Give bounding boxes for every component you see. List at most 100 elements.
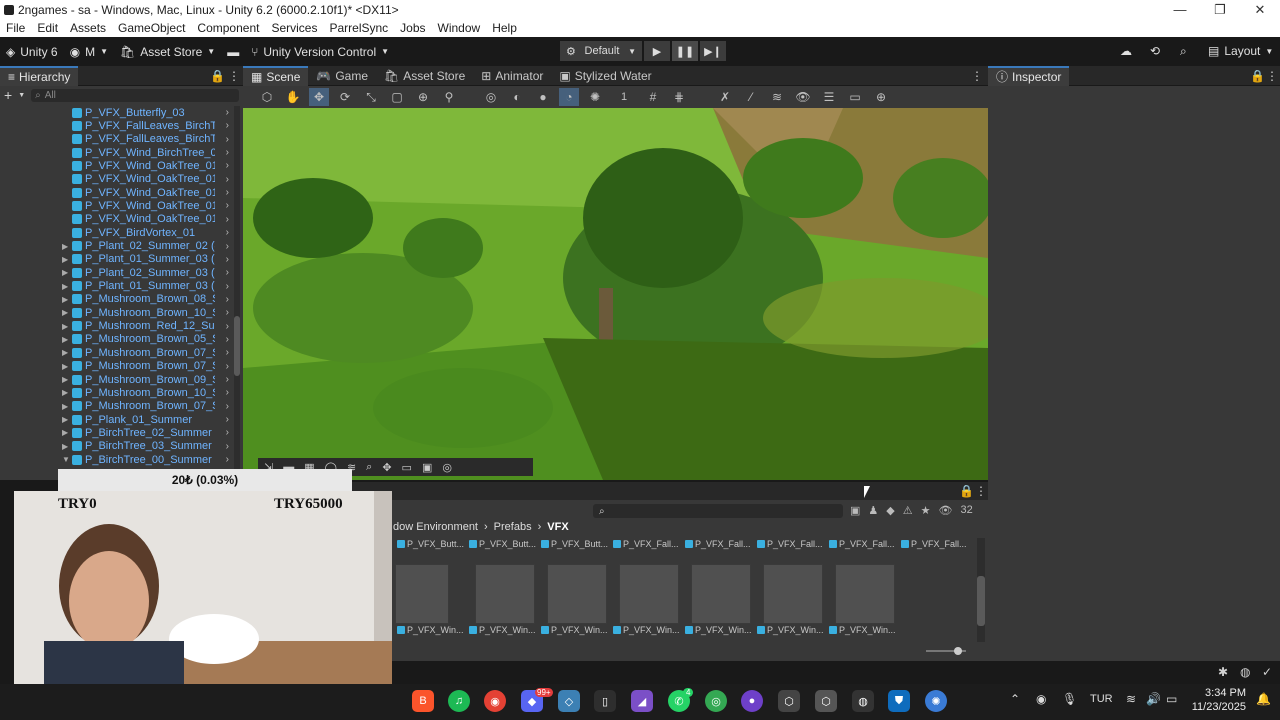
project-scrollbar[interactable]	[977, 538, 985, 642]
expand-arrow-icon[interactable]: ▶	[62, 335, 72, 344]
open-prefab-icon[interactable]: ›	[226, 361, 229, 372]
visibility-icon[interactable]: 👁	[793, 88, 813, 106]
app-icon[interactable]: ✺	[925, 690, 947, 712]
hierarchy-row[interactable]: P_VFX_Wind_BirchTree_01_ ›	[0, 146, 243, 159]
tray-app-icon[interactable]: ◉	[1036, 692, 1046, 706]
open-prefab-icon[interactable]: ›	[226, 294, 229, 305]
notifications-icon[interactable]: 🔔	[1256, 692, 1271, 706]
hierarchy-row[interactable]: P_VFX_Butterfly_03 ›	[0, 106, 243, 119]
chevron-up-icon[interactable]: ⌃	[1010, 692, 1020, 706]
unity-hub-icon[interactable]: ⬡	[778, 690, 800, 712]
open-prefab-icon[interactable]: ›	[226, 321, 229, 332]
hierarchy-row[interactable]: ▶ P_Mushroom_Red_12_Summ ›	[0, 320, 243, 333]
open-prefab-icon[interactable]: ›	[226, 107, 229, 118]
asset-item[interactable]: P_VFX_Fall...	[829, 539, 895, 549]
layers-icon[interactable]: ≋	[767, 88, 787, 106]
explorer-icon[interactable]: ▯	[594, 690, 616, 712]
hierarchy-row[interactable]: ▶ P_Mushroom_Brown_10_Sur ›	[0, 306, 243, 319]
draw-mode-icon[interactable]: ◔	[559, 88, 579, 106]
breadcrumb-vfx[interactable]: VFX	[547, 521, 568, 533]
build-profile-dropdown[interactable]: ⚙ Default ▼	[560, 41, 642, 61]
more-options-icon[interactable]: ⋮	[1266, 69, 1278, 83]
hierarchy-row[interactable]: P_VFX_FallLeaves_BirchTree ›	[0, 133, 243, 146]
asset-item[interactable]: P_VFX_Fall...	[685, 539, 751, 549]
scrollbar-thumb[interactable]	[977, 576, 985, 626]
asset-item[interactable]: P_VFX_Butt...	[541, 539, 608, 549]
asset-thumbnail[interactable]	[763, 564, 823, 624]
hierarchy-row[interactable]: ▶ P_BirchTree_02_Summer (2) ›	[0, 426, 243, 439]
view-tool-icon[interactable]: ⬡	[257, 88, 277, 106]
hierarchy-row[interactable]: ▶ P_Plank_01_Summer ›	[0, 413, 243, 426]
expand-arrow-icon[interactable]: ▶	[62, 348, 72, 357]
asset-item[interactable]: P_VFX_Fall...	[613, 539, 679, 549]
menu-window[interactable]: Window	[432, 21, 487, 35]
open-prefab-icon[interactable]: ›	[226, 454, 229, 465]
expand-arrow-icon[interactable]: ▶	[62, 255, 72, 264]
asset-thumbnail[interactable]	[547, 564, 607, 624]
tab-game[interactable]: 🎮 Game	[308, 66, 376, 86]
expand-arrow-icon[interactable]: ▶	[62, 322, 72, 331]
chrome-icon[interactable]: ◉	[484, 690, 506, 712]
transform-tool-icon[interactable]: ⊕	[413, 88, 433, 106]
favorite-icon[interactable]: ★	[921, 504, 931, 517]
search-button[interactable]: ⌕	[1174, 41, 1193, 61]
gizmos-icon[interactable]: ⊕	[871, 88, 891, 106]
more-options-icon[interactable]: ⋮	[228, 69, 240, 83]
filter-label-icon[interactable]: ◆	[886, 504, 894, 517]
filter-scene-icon[interactable]: ▣	[850, 504, 860, 517]
hierarchy-row[interactable]: P_VFX_Wind_OakTree_01_Su ›	[0, 186, 243, 199]
open-prefab-icon[interactable]: ›	[226, 334, 229, 345]
expand-arrow-icon[interactable]: ▶	[62, 308, 72, 317]
rotate-tool-icon[interactable]: ⟳	[335, 88, 355, 106]
expand-arrow-icon[interactable]: ▶	[62, 268, 72, 277]
asset-item[interactable]: P_VFX_Win...	[613, 625, 680, 635]
expand-arrow-icon[interactable]: ▶	[62, 375, 72, 384]
expand-arrow-icon[interactable]: ▶	[62, 415, 72, 424]
open-prefab-icon[interactable]: ›	[226, 427, 229, 438]
stack-icon[interactable]: ☰	[819, 88, 839, 106]
breadcrumb-environment[interactable]: dow Environment	[393, 521, 478, 533]
hierarchy-row[interactable]: ▶ P_Plant_01_Summer_03 (3) ›	[0, 280, 243, 293]
cloud-button[interactable]: ☁	[1114, 41, 1138, 61]
chrome-alt-icon[interactable]: ◎	[705, 690, 727, 712]
tab-animator[interactable]: ⊞ Animator	[473, 66, 551, 86]
brave-icon[interactable]: B	[412, 690, 434, 712]
add-icon[interactable]: +	[4, 87, 12, 103]
hierarchy-row[interactable]: P_VFX_FallLeaves_BirchTree ›	[0, 119, 243, 132]
clock-date[interactable]: 11/23/2025	[1186, 701, 1246, 713]
hierarchy-search-input[interactable]: ⌕ All	[31, 88, 239, 102]
open-prefab-icon[interactable]: ›	[226, 281, 229, 292]
step-button[interactable]: ▶❙	[700, 41, 726, 61]
snap-icon[interactable]: ⋕	[669, 88, 689, 106]
lock-icon[interactable]: 🔒	[210, 69, 225, 83]
unity-home-button[interactable]: ◈ Unity 6	[0, 42, 64, 62]
asset-item[interactable]: P_VFX_Win...	[469, 625, 536, 635]
open-prefab-icon[interactable]: ›	[226, 200, 229, 211]
open-prefab-icon[interactable]: ›	[226, 401, 229, 412]
camera-icon[interactable]: ▭	[845, 88, 865, 106]
check-icon[interactable]: ✓	[1262, 665, 1272, 679]
overlay-compass-icon[interactable]: ◎	[442, 461, 452, 474]
pivot-icon[interactable]: ◎	[481, 88, 501, 106]
project-search-input[interactable]: ⌕	[593, 504, 843, 518]
menu-jobs[interactable]: Jobs	[394, 21, 431, 35]
more-options-icon[interactable]: ⋮	[971, 69, 983, 83]
play-button[interactable]: ▶	[644, 41, 670, 61]
pause-button[interactable]: ❚❚	[672, 41, 698, 61]
open-prefab-icon[interactable]: ›	[226, 187, 229, 198]
version-control-button[interactable]: ⑂ Unity Version Control ▼	[245, 42, 395, 62]
lighting-icon[interactable]: ✺	[585, 88, 605, 106]
github-icon[interactable]: ●	[741, 690, 763, 712]
asset-thumbnail[interactable]	[395, 564, 449, 624]
hierarchy-row[interactable]: ▶ P_Mushroom_Brown_07_Sur ›	[0, 400, 243, 413]
overlay-zoom-icon[interactable]: ⌕	[366, 461, 372, 474]
open-prefab-icon[interactable]: ›	[226, 267, 229, 278]
grid-icon[interactable]: #	[643, 88, 663, 106]
scrollbar-thumb[interactable]	[234, 316, 240, 376]
history-button[interactable]: ⟲	[1144, 41, 1166, 61]
hand-tool-icon[interactable]: ✋	[283, 88, 303, 106]
volume-icon[interactable]: 🔊	[1146, 692, 1161, 706]
open-prefab-icon[interactable]: ›	[226, 134, 229, 145]
language-indicator[interactable]: TUR	[1090, 693, 1113, 705]
account-button[interactable]: ◉ M ▼	[64, 42, 114, 62]
